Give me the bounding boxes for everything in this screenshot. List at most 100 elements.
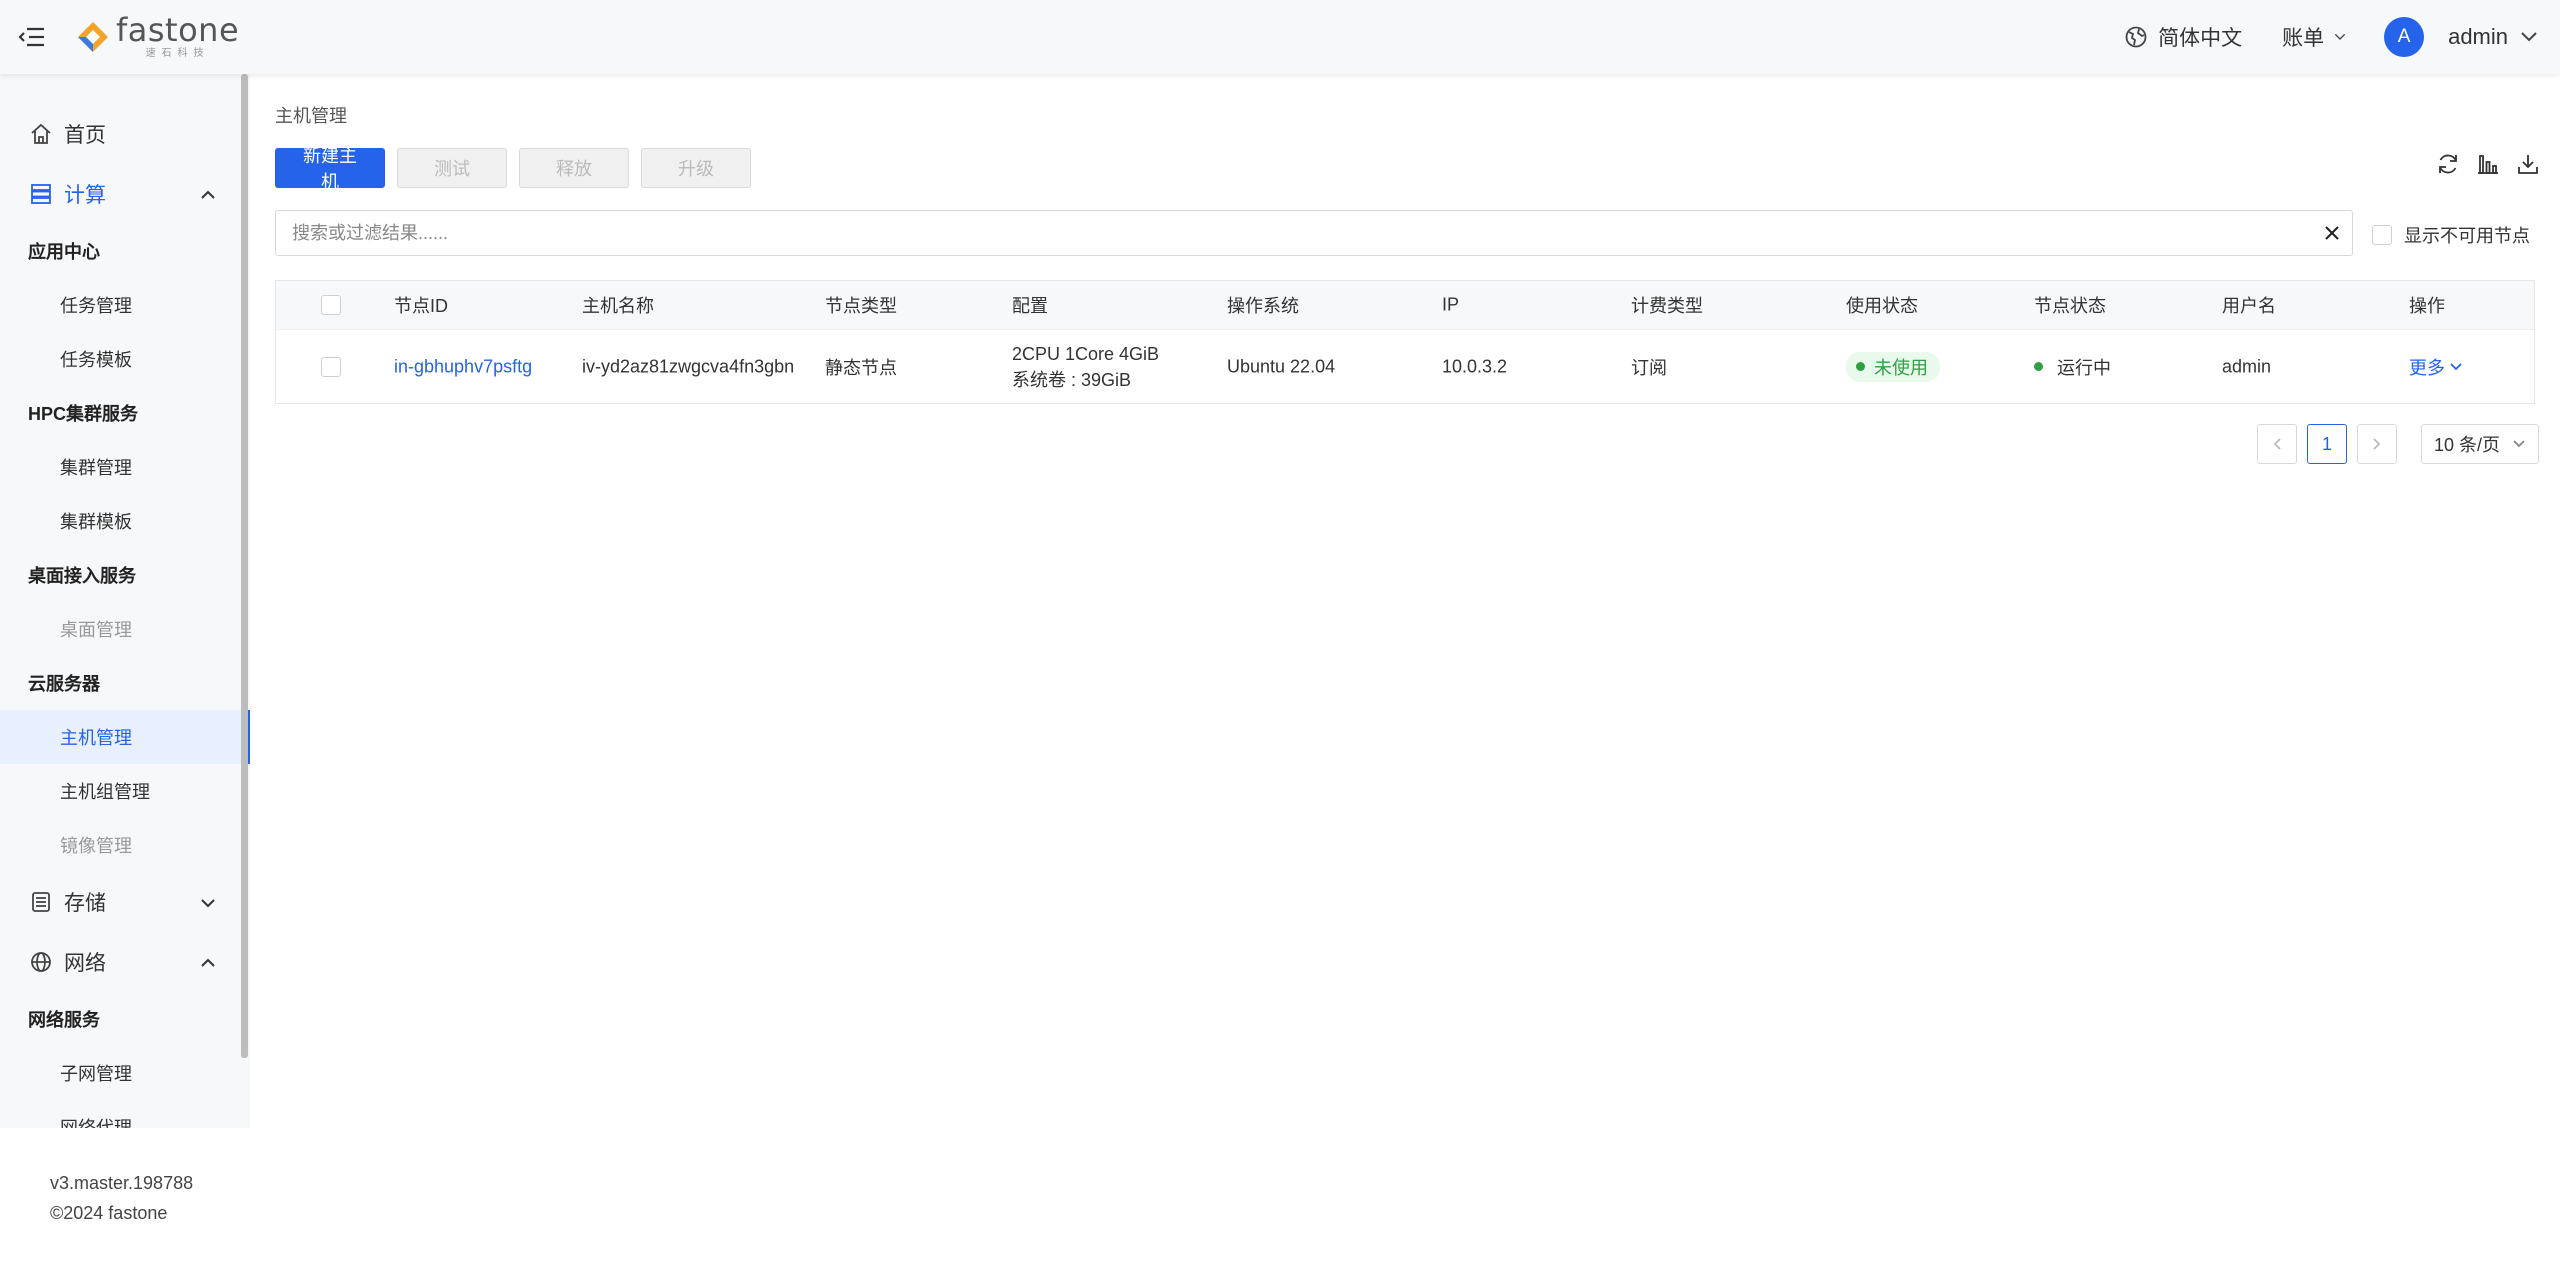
node-status-text: 运行中	[2057, 357, 2111, 378]
test-button[interactable]: 测试	[397, 148, 507, 188]
select-all-checkbox[interactable]	[321, 295, 341, 315]
close-icon[interactable]	[2312, 225, 2352, 241]
copyright-text: ©2024 fastone	[50, 1203, 168, 1223]
pagination: 1 10 条/页	[2257, 424, 2539, 464]
show-unavailable-checkbox[interactable]	[2372, 225, 2392, 245]
refresh-icon[interactable]	[2434, 150, 2462, 178]
sidebar-label-compute: 计算	[64, 184, 106, 207]
chevron-down-icon	[2334, 26, 2356, 48]
language-label: 简体中文	[2158, 27, 2243, 50]
sidebar-item-task-template[interactable]: 任务模板	[0, 332, 250, 386]
sidebar-item-host-group-mgmt[interactable]: 主机组管理	[0, 764, 250, 818]
sidebar-item-home[interactable]: 首页	[0, 104, 250, 164]
menu-toggle-icon[interactable]	[18, 23, 46, 51]
release-button[interactable]: 释放	[519, 148, 629, 188]
sidebar-group-cloud-server: 云服务器	[28, 674, 100, 694]
col-ip[interactable]: IP	[1442, 295, 1459, 316]
status-dot-icon	[1856, 362, 1865, 371]
username-cell: admin	[2222, 356, 2272, 376]
chevron-down-icon	[2450, 362, 2462, 370]
language-switcher[interactable]: 简体中文	[2124, 22, 2242, 52]
chevron-left-icon	[2273, 438, 2281, 450]
page-size-select[interactable]: 10 条/页	[2421, 424, 2539, 464]
col-node-id[interactable]: 节点ID	[394, 292, 448, 318]
search-input[interactable]	[276, 213, 2312, 253]
sidebar-group-network-service: 网络服务	[28, 1010, 100, 1030]
page-size-label: 10 条/页	[2434, 435, 2501, 455]
sidebar-item-network-proxy[interactable]: 网络代理	[0, 1100, 250, 1128]
billing-label: 账单	[2282, 27, 2325, 50]
top-header: fastone 速石科技 简体中文 账单 A admin	[0, 0, 2560, 74]
chevron-down-icon[interactable]	[2518, 26, 2540, 48]
col-billing[interactable]: 计费类型	[1631, 292, 1703, 318]
chevron-up-icon	[200, 183, 228, 207]
chevron-down-icon	[200, 891, 228, 915]
page-1-button[interactable]: 1	[2307, 424, 2347, 464]
ip-cell: 10.0.3.2	[1442, 356, 1508, 376]
sidebar-label-storage: 存储	[64, 892, 106, 915]
billing-menu[interactable]: 账单	[2282, 22, 2356, 52]
status-dot-icon	[2034, 362, 2043, 371]
sidebar-scrollbar[interactable]	[241, 74, 248, 1058]
more-actions-link[interactable]: 更多	[2409, 354, 2463, 380]
row-checkbox[interactable]	[321, 356, 341, 377]
next-page-button[interactable]	[2357, 424, 2397, 464]
logo[interactable]: fastone 速石科技	[76, 0, 239, 74]
col-username[interactable]: 用户名	[2222, 292, 2276, 318]
sidebar-item-cluster-mgmt[interactable]: 集群管理	[0, 440, 250, 494]
sidebar-label-network: 网络	[64, 952, 106, 975]
sidebar-item-subnet-mgmt[interactable]: 子网管理	[0, 1046, 250, 1100]
breadcrumb: 主机管理	[275, 106, 347, 126]
show-unavailable-toggle[interactable]: 显示不可用节点	[2372, 222, 2530, 248]
sidebar-item-task-mgmt[interactable]: 任务管理	[0, 278, 250, 332]
sidebar-item-storage[interactable]: 存储	[0, 872, 250, 932]
version-text: v3.master.198788	[50, 1173, 194, 1193]
sidebar-group-hpc: HPC集群服务	[28, 404, 139, 424]
logo-subtext: 速石科技	[145, 48, 210, 59]
col-config[interactable]: 配置	[1012, 292, 1048, 318]
hosts-table: 节点ID 主机名称 节点类型 配置 操作系统 IP 计费类型 使用状态 节点状态…	[275, 280, 2535, 404]
col-host-name[interactable]: 主机名称	[582, 292, 654, 318]
config-disk: 系统卷 : 39GiB	[1012, 369, 1132, 390]
col-node-status[interactable]: 节点状态	[2034, 292, 2106, 318]
logo-text: fastone	[116, 11, 240, 49]
new-host-button[interactable]: 新建主机	[275, 146, 385, 192]
globe-icon	[2125, 26, 2147, 48]
globe-icon	[31, 952, 51, 972]
table-row: in-gbhuphv7psftg iv-yd2az81zwgcva4fn3gbn…	[276, 329, 2534, 403]
server-icon	[31, 184, 51, 204]
sidebar-group-app-center: 应用中心	[28, 242, 100, 262]
chevron-up-icon	[200, 951, 228, 975]
node-id-link[interactable]: in-gbhuphv7psftg	[394, 356, 532, 377]
user-name[interactable]: admin	[2448, 24, 2508, 50]
table-header: 节点ID 主机名称 节点类型 配置 操作系统 IP 计费类型 使用状态 节点状态…	[276, 281, 2534, 329]
avatar[interactable]: A	[2384, 17, 2425, 57]
sidebar-item-network[interactable]: 网络	[0, 932, 250, 992]
home-icon	[31, 123, 51, 144]
sidebar-item-host-mgmt[interactable]: 主机管理	[0, 710, 250, 764]
node-status-cell: 运行中	[2034, 354, 2111, 380]
os-cell: Ubuntu 22.04	[1227, 356, 1336, 376]
sidebar-item-compute[interactable]: 计算	[0, 164, 250, 224]
col-actions: 操作	[2409, 296, 2445, 316]
config-cell: 2CPU 1Core 4GiB 系统卷 : 39GiB	[1012, 341, 1159, 393]
upgrade-button[interactable]: 升级	[641, 148, 751, 188]
logo-mark-icon	[78, 22, 108, 52]
sidebar: 首页 计算 应用中心 任务管理 任务模板 HPC集群服务 集群管理 集群模板 桌…	[0, 74, 250, 1128]
footer: v3.master.198788 ©2024 fastone	[50, 1168, 193, 1228]
chevron-down-icon	[2513, 440, 2525, 448]
sidebar-group-desktop: 桌面接入服务	[28, 566, 136, 586]
prev-page-button[interactable]	[2257, 424, 2297, 464]
sidebar-item-desktop-mgmt[interactable]: 桌面管理	[0, 602, 250, 656]
column-settings-icon[interactable]	[2474, 150, 2502, 178]
col-usage-status[interactable]: 使用状态	[1846, 292, 1918, 318]
download-icon[interactable]	[2514, 150, 2542, 178]
sidebar-item-image-mgmt[interactable]: 镜像管理	[0, 818, 250, 872]
billing-cell: 订阅	[1631, 357, 1667, 378]
storage-icon	[32, 892, 50, 912]
sidebar-item-cluster-template[interactable]: 集群模板	[0, 494, 250, 548]
col-node-type[interactable]: 节点类型	[825, 292, 897, 318]
node-type-cell: 静态节点	[825, 357, 897, 378]
usage-status-badge: 未使用	[1846, 351, 1940, 382]
col-os[interactable]: 操作系统	[1227, 292, 1299, 318]
